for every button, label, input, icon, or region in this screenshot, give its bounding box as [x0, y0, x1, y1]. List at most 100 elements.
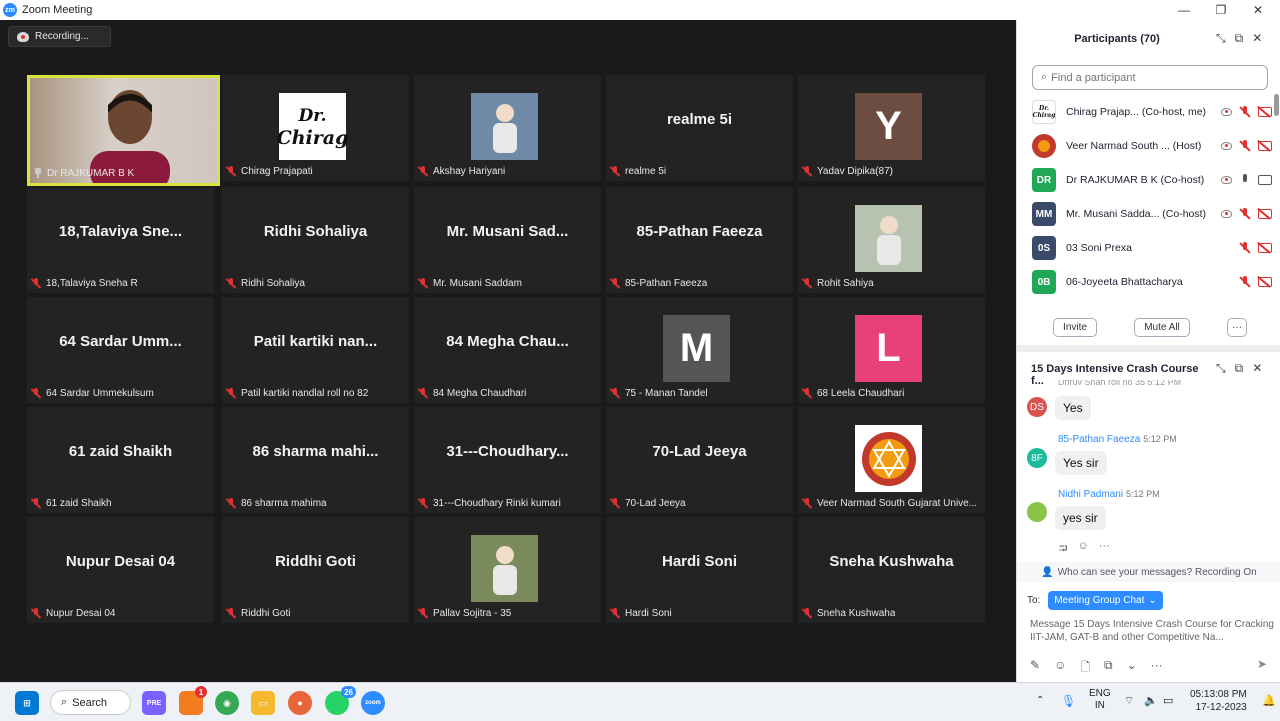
microphone-icon[interactable]: 🎙	[1061, 694, 1076, 708]
visibility-notice[interactable]: 👤 Who can see your messages? Recording O…	[1017, 562, 1280, 582]
camera-off-icon[interactable]	[1258, 243, 1272, 253]
camera-off-icon[interactable]	[1258, 277, 1272, 287]
close-icon[interactable]: ✕	[1252, 31, 1262, 46]
participant-row[interactable]: 0S 03 Soni Prexa	[1032, 233, 1272, 263]
camera-off-icon[interactable]	[1258, 141, 1272, 151]
invite-button[interactable]: Invite	[1053, 318, 1097, 337]
popout-icon[interactable]: ⧉	[1235, 31, 1244, 46]
file-icon[interactable]: 🗋	[1080, 658, 1090, 679]
participant-tile[interactable]: M 75 - Manan Tandel	[606, 297, 793, 403]
mic-muted-icon[interactable]	[1239, 208, 1251, 220]
mute-all-button[interactable]: Mute All	[1134, 318, 1190, 337]
participant-tile[interactable]: Sneha Kushwaha Sneha Kushwaha	[798, 517, 985, 623]
participant-tile[interactable]: Veer Narmad South Gujarat Unive...	[798, 407, 985, 513]
profile-photo	[855, 205, 922, 272]
participant-row[interactable]: MM Mr. Musani Sadda... (Co-host)	[1032, 199, 1272, 229]
camera-on-icon[interactable]	[1258, 175, 1272, 185]
chat-message[interactable]: Yes sir	[1055, 451, 1107, 475]
participant-tile[interactable]: Dr RAJKUMAR B K	[27, 75, 220, 186]
participant-row[interactable]: 0B 06-Joyeeta Bhattacharya	[1032, 267, 1272, 297]
send-icon[interactable]: ➤	[1257, 657, 1267, 671]
participant-row[interactable]: DR Dr RAJKUMAR B K (Co-host)	[1032, 165, 1272, 195]
participant-tile[interactable]: Nupur Desai 04 Nupur Desai 04	[27, 517, 214, 623]
office-icon[interactable]: 1	[179, 686, 207, 715]
participant-tile[interactable]: L 68 Leela Chaudhari	[798, 297, 985, 403]
more-icon[interactable]: ···	[1151, 658, 1163, 679]
message-more-icon[interactable]: ···	[1099, 540, 1110, 559]
chat-close-icon[interactable]: ✕	[1252, 361, 1262, 376]
collapse-icon[interactable]: ⤡	[1216, 31, 1226, 46]
restore-button[interactable]: ❐	[1203, 0, 1239, 20]
emoji-reaction-icon[interactable]: ☺	[1078, 540, 1089, 559]
chat-avatar[interactable]: DS	[1027, 397, 1047, 417]
zoom-taskbar-icon[interactable]: zoom	[361, 691, 385, 715]
format-icon[interactable]: ✎	[1030, 658, 1040, 679]
chat-input[interactable]: Message 15 Days Intensive Crash Course f…	[1030, 618, 1275, 644]
chat-collapse-icon[interactable]: ⤡	[1216, 361, 1226, 376]
more-options-button[interactable]: ···	[1227, 318, 1247, 337]
search-input[interactable]	[1051, 71, 1252, 84]
file-explorer-icon[interactable]: ▭	[251, 691, 275, 715]
language-indicator[interactable]: ENG IN	[1089, 688, 1111, 712]
participant-tile[interactable]: Pallav Sojitra - 35	[414, 517, 601, 623]
notification-icon[interactable]: 🔔	[1262, 694, 1276, 707]
mic-muted-icon[interactable]	[1239, 140, 1251, 152]
chevron-icon[interactable]: ⌄	[1127, 658, 1137, 679]
battery-icon[interactable]: ▭	[1163, 694, 1173, 707]
participant-tile[interactable]: 70-Lad Jeeya 70-Lad Jeeya	[606, 407, 793, 513]
participant-row[interactable]: Dr. Chirag Chirag Prajap... (Co-host, me)	[1032, 97, 1272, 127]
reply-icon[interactable]: ⮒	[1059, 540, 1068, 559]
participant-scrollbar[interactable]	[1274, 94, 1279, 116]
camera-off-icon[interactable]	[1258, 209, 1272, 219]
chat-message[interactable]: yes sir	[1055, 506, 1106, 530]
participant-tile[interactable]: 86 sharma mahi... 86 sharma mahima	[222, 407, 409, 513]
taskbar-search[interactable]: ⌕ Search	[50, 690, 131, 715]
participant-tile[interactable]: Y Yadav Dipika(87)	[798, 75, 985, 181]
participant-tile[interactable]: Rohit Sahiya	[798, 187, 985, 293]
chat-sender[interactable]: 85-Pathan Faeeza 5:12 PM	[1058, 434, 1177, 445]
copilot-pre-icon[interactable]: PRE	[142, 691, 166, 715]
participant-tile[interactable]: 84 Megha Chau... 84 Megha Chaudhari	[414, 297, 601, 403]
recording-icon	[1221, 176, 1232, 184]
chat-sender[interactable]: Nidhi Padmani 5:12 PM	[1058, 489, 1160, 500]
participant-tile[interactable]: Akshay Hariyani	[414, 75, 601, 181]
chat-avatar[interactable]: 8F	[1027, 448, 1047, 468]
participant-tile[interactable]: 61 zaid Shaikh 61 zaid Shaikh	[27, 407, 214, 513]
wifi-icon[interactable]: ⌔	[1124, 694, 1134, 708]
close-window-button[interactable]: ✕	[1240, 0, 1276, 20]
mic-on-icon[interactable]	[1239, 174, 1251, 186]
show-hidden-icons[interactable]: ⌃	[1036, 695, 1044, 706]
chat-message[interactable]: Yes	[1055, 396, 1091, 420]
participant-tile[interactable]: 64 Sardar Umm... 64 Sardar Ummekulsum	[27, 297, 214, 403]
participant-tile[interactable]: Hardi Soni Hardi Soni	[606, 517, 793, 623]
clock[interactable]: 05:13:08 PM 17-12-2023	[1190, 688, 1247, 714]
participant-tile[interactable]: 31---Choudhary... 31---Choudhary Rinki ku…	[414, 407, 601, 513]
chat-recipient-dropdown[interactable]: Meeting Group Chat ⌄	[1048, 591, 1163, 610]
camera-off-icon[interactable]	[1258, 107, 1272, 117]
panel-divider[interactable]	[1017, 345, 1280, 352]
mic-muted-icon[interactable]	[1239, 276, 1251, 288]
participant-tile[interactable]: Riddhi Goti Riddhi Goti	[222, 517, 409, 623]
chat-avatar[interactable]	[1027, 502, 1047, 522]
participant-tile[interactable]: realme 5i realme 5i	[606, 75, 793, 181]
screenshot-icon[interactable]: ⧉	[1104, 658, 1113, 679]
participant-tile[interactable]: Mr. Musani Sad... Mr. Musani Saddam	[414, 187, 601, 293]
emoji-icon[interactable]: ☺	[1054, 658, 1066, 679]
chrome-icon[interactable]: ◉	[215, 691, 239, 715]
minimize-button[interactable]: —	[1166, 0, 1202, 20]
volume-icon[interactable]: 🔈	[1144, 694, 1158, 707]
whatsapp-icon[interactable]: 26	[325, 686, 356, 715]
mic-muted-icon[interactable]	[1239, 242, 1251, 254]
participant-tile[interactable]: Ridhi Sohaliya Ridhi Sohaliya	[222, 187, 409, 293]
firefox-icon[interactable]: ●	[288, 691, 312, 715]
chat-popout-icon[interactable]: ⧉	[1235, 361, 1244, 376]
participant-tile[interactable]: Dr. Chirag Chirag Prajapati	[222, 75, 409, 181]
participant-tile[interactable]: 85-Pathan Faeeza 85-Pathan Faeeza	[606, 187, 793, 293]
participant-tile[interactable]: 18,Talaviya Sne... 18,Talaviya Sneha R	[27, 187, 214, 293]
participant-search[interactable]: ⌕	[1032, 65, 1268, 90]
participant-tile[interactable]: Patil kartiki nan... Patil kartiki nandla…	[222, 297, 409, 403]
recording-indicator[interactable]: Recording...	[8, 26, 111, 47]
participant-row[interactable]: Veer Narmad South ... (Host)	[1032, 131, 1272, 161]
windows-start-icon[interactable]: ⊞	[15, 691, 39, 715]
mic-muted-icon[interactable]	[1239, 106, 1251, 118]
